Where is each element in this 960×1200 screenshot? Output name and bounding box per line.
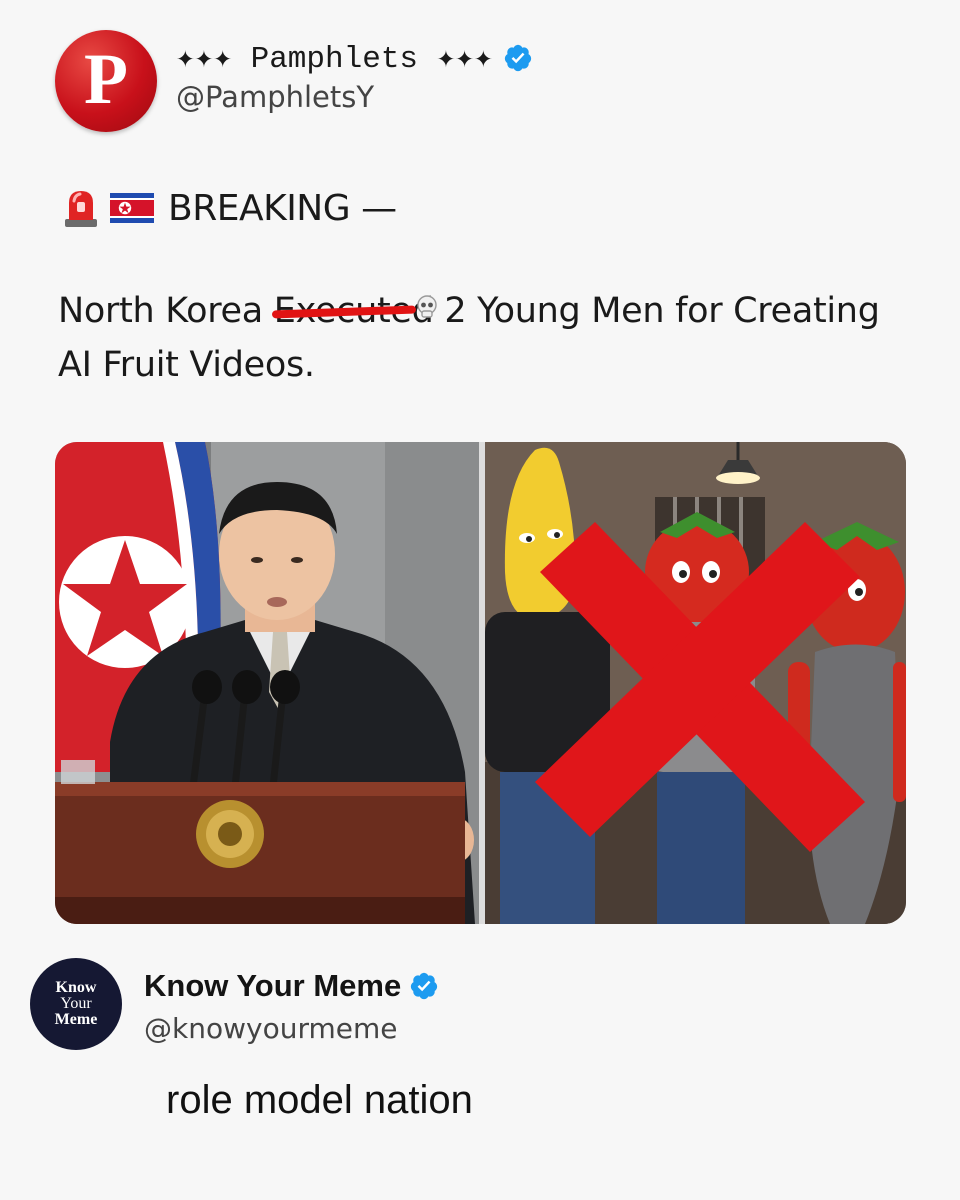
- fruit-characters-illustration: [485, 442, 906, 924]
- pamphlets-avatar[interactable]: P: [55, 30, 157, 132]
- struck-word: Executed: [271, 284, 437, 338]
- kym-avatar-line-3: Meme: [54, 1011, 98, 1028]
- screenshot: P ✦✦✦ Pamphlets ✦✦✦ @PamphletsY BREAKING…: [0, 0, 960, 1200]
- tweet-media[interactable]: [55, 442, 906, 924]
- media-image-fruit-characters[interactable]: [485, 442, 906, 924]
- avatar-letter: P: [84, 39, 128, 119]
- verified-badge-icon: [504, 44, 531, 72]
- kym-display-name[interactable]: Know Your Meme: [144, 968, 401, 1004]
- breaking-label: BREAKING —: [168, 187, 397, 229]
- verified-badge-icon: [411, 972, 438, 1000]
- author-display-name[interactable]: ✦✦✦ Pamphlets ✦✦✦: [176, 39, 493, 77]
- police-light-icon: [65, 191, 97, 227]
- media-image-leader-podium[interactable]: [55, 442, 479, 924]
- kym-avatar-line-1: Know: [55, 979, 97, 996]
- quote-author-row: Know Your Meme: [144, 964, 439, 1008]
- breaking-line: BREAKING —: [62, 182, 397, 234]
- kym-handle[interactable]: @knowyourmeme: [144, 1012, 397, 1045]
- quote-caption: role model nation: [166, 1078, 473, 1122]
- skull-icon: [416, 295, 437, 318]
- knowyourmeme-avatar[interactable]: Know Your Meme: [30, 958, 122, 1050]
- author-handle[interactable]: @PamphletsY: [176, 80, 374, 114]
- north-korea-flag-icon: [110, 193, 154, 223]
- tweet-author-row: ✦✦✦ Pamphlets ✦✦✦: [176, 36, 533, 80]
- headline-part-1: North Korea: [58, 291, 274, 331]
- tweet-text: North Korea Executed 2 Young Men for Cre…: [58, 284, 918, 392]
- leader-podium-illustration: [55, 442, 479, 924]
- kym-avatar-line-2: Your: [60, 995, 92, 1012]
